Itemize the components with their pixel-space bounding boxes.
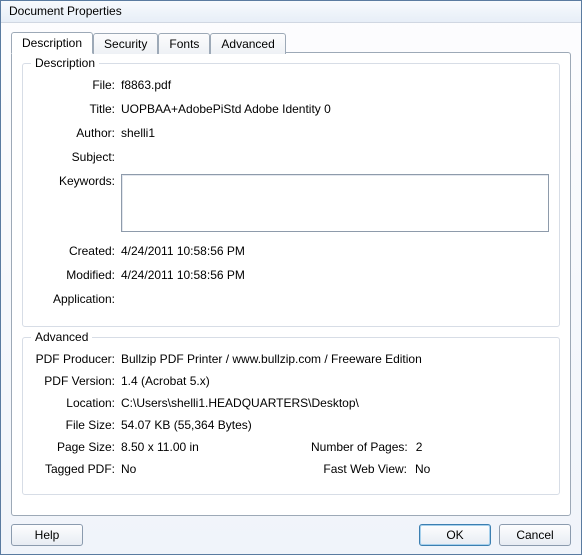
content-area: Description Security Fonts Advanced Desc… bbox=[1, 23, 581, 516]
label-numpages: Number of Pages: bbox=[311, 440, 416, 454]
value-producer: Bullzip PDF Printer / www.bullzip.com / … bbox=[121, 352, 549, 366]
label-producer: PDF Producer: bbox=[33, 352, 121, 366]
tab-fonts[interactable]: Fonts bbox=[158, 33, 210, 54]
label-fastweb: Fast Web View: bbox=[311, 462, 415, 476]
dialog-footer: Help OK Cancel bbox=[1, 516, 581, 554]
description-group: Description File: f8863.pdf Title: UOPBA… bbox=[22, 63, 560, 327]
ok-button[interactable]: OK bbox=[419, 524, 491, 546]
value-title: UOPBAA+AdobePiStd Adobe Identity 0 bbox=[121, 102, 549, 116]
label-filesize: File Size: bbox=[33, 418, 121, 432]
value-modified: 4/24/2011 10:58:56 PM bbox=[121, 268, 549, 282]
label-location: Location: bbox=[33, 396, 121, 410]
value-tagged: No bbox=[121, 462, 271, 476]
label-modified: Modified: bbox=[33, 268, 121, 282]
tab-advanced[interactable]: Advanced bbox=[210, 33, 285, 54]
label-application: Application: bbox=[33, 292, 121, 306]
tab-page-description: Description File: f8863.pdf Title: UOPBA… bbox=[11, 52, 571, 516]
label-file: File: bbox=[33, 78, 121, 92]
keywords-input[interactable] bbox=[121, 174, 549, 232]
label-version: PDF Version: bbox=[33, 374, 121, 388]
cancel-button[interactable]: Cancel bbox=[499, 524, 571, 546]
value-location: C:\Users\shelli1.HEADQUARTERS\Desktop\ bbox=[121, 396, 549, 410]
label-pagesize: Page Size: bbox=[33, 440, 121, 454]
description-group-title: Description bbox=[31, 56, 99, 70]
value-pagesize: 8.50 x 11.00 in bbox=[121, 440, 271, 454]
help-button[interactable]: Help bbox=[11, 524, 83, 546]
value-fastweb: No bbox=[415, 462, 430, 476]
advanced-group: Advanced PDF Producer: Bullzip PDF Print… bbox=[22, 337, 560, 495]
label-subject: Subject: bbox=[33, 150, 121, 164]
value-author: shelli1 bbox=[121, 126, 549, 140]
advanced-group-title: Advanced bbox=[31, 330, 92, 344]
label-keywords: Keywords: bbox=[33, 174, 121, 188]
label-author: Author: bbox=[33, 126, 121, 140]
window: Document Properties Description Security… bbox=[0, 0, 582, 555]
value-version: 1.4 (Acrobat 5.x) bbox=[121, 374, 549, 388]
value-filesize: 54.07 KB (55,364 Bytes) bbox=[121, 418, 549, 432]
tab-description[interactable]: Description bbox=[11, 32, 93, 54]
label-created: Created: bbox=[33, 244, 121, 258]
tab-security[interactable]: Security bbox=[93, 33, 158, 54]
value-numpages: 2 bbox=[416, 440, 423, 454]
value-created: 4/24/2011 10:58:56 PM bbox=[121, 244, 549, 258]
value-file: f8863.pdf bbox=[121, 78, 549, 92]
label-title: Title: bbox=[33, 102, 121, 116]
tab-bar: Description Security Fonts Advanced bbox=[11, 31, 571, 53]
label-tagged: Tagged PDF: bbox=[33, 462, 121, 476]
window-title: Document Properties bbox=[1, 1, 581, 23]
